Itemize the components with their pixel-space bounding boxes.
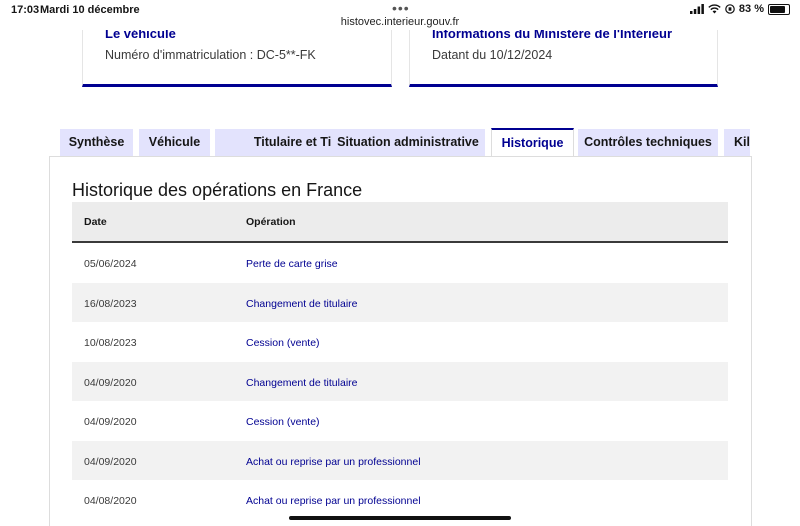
tab-controles-techniques[interactable]: Contrôles techniques — [578, 129, 718, 156]
home-indicator[interactable] — [289, 516, 511, 520]
table-row: 16/08/2023 Changement de titulaire — [72, 282, 728, 322]
orientation-lock-icon — [725, 4, 735, 14]
row-operation-link[interactable]: Cession (vente) — [246, 416, 320, 428]
row-date: 04/08/2020 — [84, 495, 137, 507]
tab-situation-administrative[interactable]: Situation administrative — [331, 129, 485, 156]
table-row: 04/09/2020 Cession (vente) — [72, 401, 728, 441]
status-bar: 17:03 Mardi 10 décembre ••• histovec.int… — [0, 0, 800, 30]
tab-historique[interactable]: Historique — [491, 128, 574, 156]
tab-synthese[interactable]: Synthèse — [60, 129, 133, 156]
row-date: 04/09/2020 — [84, 416, 137, 428]
tab-vehicule[interactable]: Véhicule — [139, 129, 210, 156]
history-title: Historique des opérations en France — [72, 180, 363, 200]
row-date: 10/08/2023 — [84, 337, 137, 349]
status-indicators: 83 % — [689, 3, 790, 15]
row-operation-link[interactable]: Changement de titulaire — [246, 377, 358, 389]
history-table: Date Opération 05/06/2024 Perte de carte… — [72, 202, 728, 520]
wifi-icon — [708, 4, 721, 14]
battery-icon — [768, 3, 790, 15]
row-operation-link[interactable]: Achat ou reprise par un professionnel — [246, 456, 421, 468]
table-row: 05/06/2024 Perte de carte grise — [72, 243, 728, 283]
registration-number: Numéro d'immatriculation : DC-5**-FK — [105, 48, 316, 62]
row-operation-link[interactable]: Cession (vente) — [246, 337, 320, 349]
column-header-date: Date — [84, 216, 107, 228]
row-date: 04/09/2020 — [84, 376, 137, 389]
table-row: 04/08/2020 Achat ou reprise par un profe… — [72, 480, 728, 520]
data-date: Datant du 10/12/2024 — [432, 48, 553, 62]
table-row: 04/09/2020 Changement de titulaire — [72, 361, 728, 401]
signal-icon — [689, 4, 704, 14]
tab-bar: Synthèse Véhicule Titulaire et Titre Sit… — [60, 128, 750, 156]
battery-percent: 83 % — [738, 3, 764, 15]
row-date: 05/06/2024 — [84, 258, 137, 270]
row-operation-link[interactable]: Achat ou reprise par un professionnel — [246, 495, 421, 507]
row-date: 04/09/2020 — [84, 455, 137, 468]
address-bar-url[interactable]: histovec.interieur.gouv.fr — [0, 16, 800, 28]
row-date: 16/08/2023 — [84, 297, 137, 310]
table-row: 10/08/2023 Cession (vente) — [72, 322, 728, 362]
table-header: Date Opération — [72, 202, 728, 243]
status-date: Mardi 10 décembre — [40, 4, 140, 16]
row-operation-link[interactable]: Changement de titulaire — [246, 298, 358, 310]
table-row: 04/09/2020 Achat ou reprise par un profe… — [72, 440, 728, 480]
column-header-operation: Opération — [246, 216, 296, 228]
tab-kilometrage[interactable]: Kil — [724, 129, 750, 156]
row-operation-link[interactable]: Perte de carte grise — [246, 258, 338, 270]
more-dots-icon[interactable]: ••• — [392, 0, 410, 16]
status-time: 17:03 — [11, 4, 40, 16]
